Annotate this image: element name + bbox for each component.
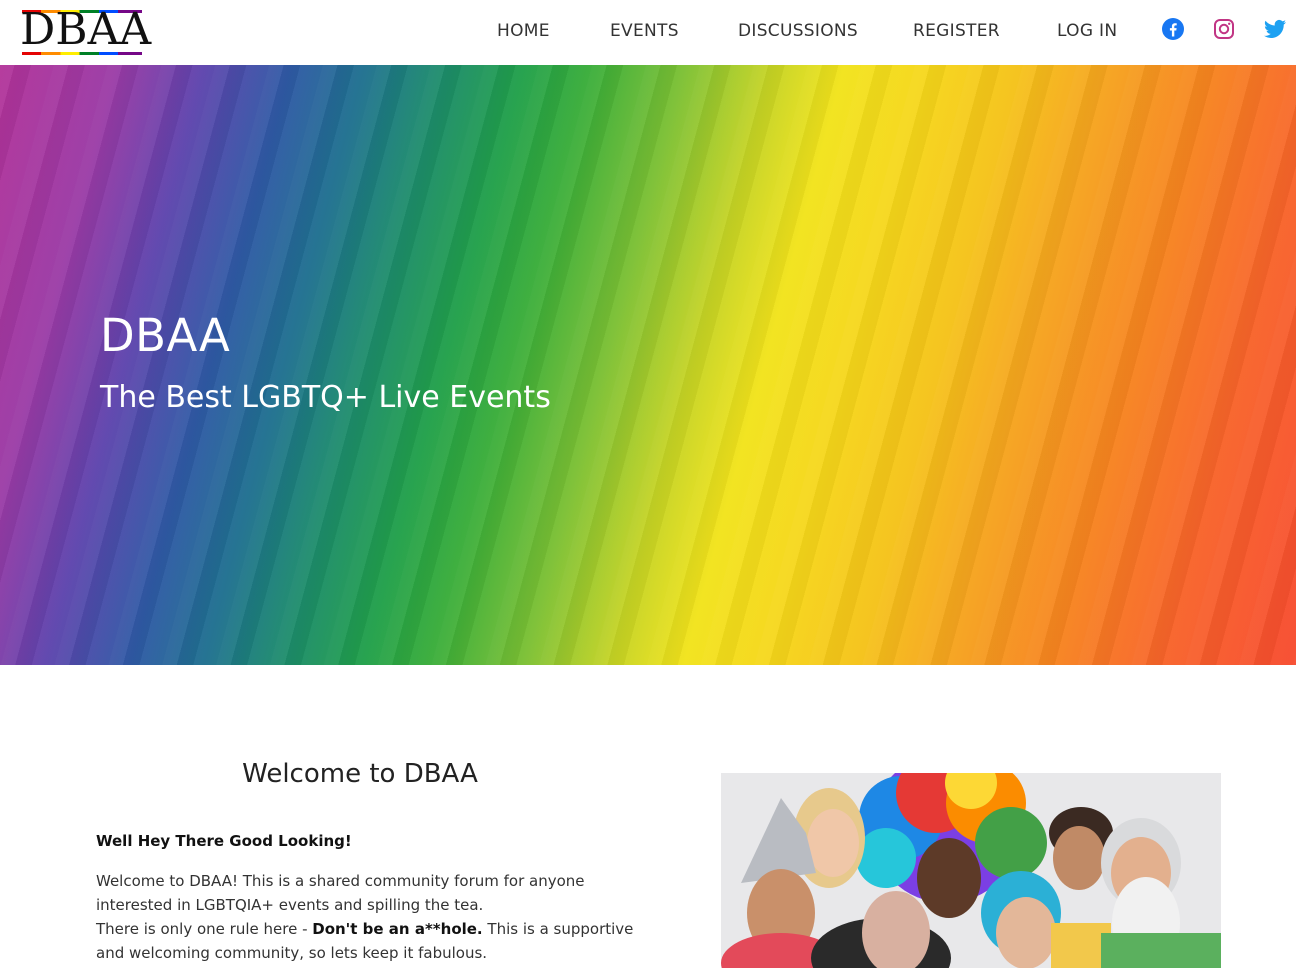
nav-home[interactable]: HOME [497, 20, 550, 42]
logo-text: DBAA [20, 4, 152, 55]
welcome-greeting: Well Hey There Good Looking! [96, 832, 352, 850]
hero-title: DBAA [100, 309, 231, 362]
logo-rainbow-bar-bottom [22, 52, 142, 55]
instagram-icon[interactable] [1212, 17, 1236, 41]
nav-register[interactable]: REGISTER [913, 20, 1000, 42]
rule-bold: Don't be an a**hole. [312, 920, 483, 938]
site-header: DBAA HOME EVENTS DISCUSSIONS REGISTER LO… [0, 0, 1296, 65]
welcome-text: Welcome to DBAA! This is a shared commun… [96, 869, 636, 965]
hero-banner: DBAA The Best LGBTQ+ Live Events [0, 65, 1296, 665]
welcome-heading: Welcome to DBAA [242, 759, 478, 789]
welcome-rule: There is only one rule here - Don't be a… [96, 917, 636, 965]
facebook-icon[interactable] [1161, 17, 1185, 41]
nav-events[interactable]: EVENTS [610, 20, 679, 42]
nav-discussions[interactable]: DISCUSSIONS [738, 20, 858, 42]
nav-login[interactable]: LOG IN [1057, 20, 1117, 42]
community-photo [721, 773, 1221, 968]
site-logo[interactable]: DBAA [20, 6, 151, 58]
hero-subtitle: The Best LGBTQ+ Live Events [100, 380, 551, 415]
twitter-icon[interactable] [1263, 17, 1287, 41]
welcome-intro: Welcome to DBAA! This is a shared commun… [96, 872, 585, 914]
rule-prefix: There is only one rule here - [96, 920, 313, 938]
hero-rainbow-background [0, 65, 1296, 665]
